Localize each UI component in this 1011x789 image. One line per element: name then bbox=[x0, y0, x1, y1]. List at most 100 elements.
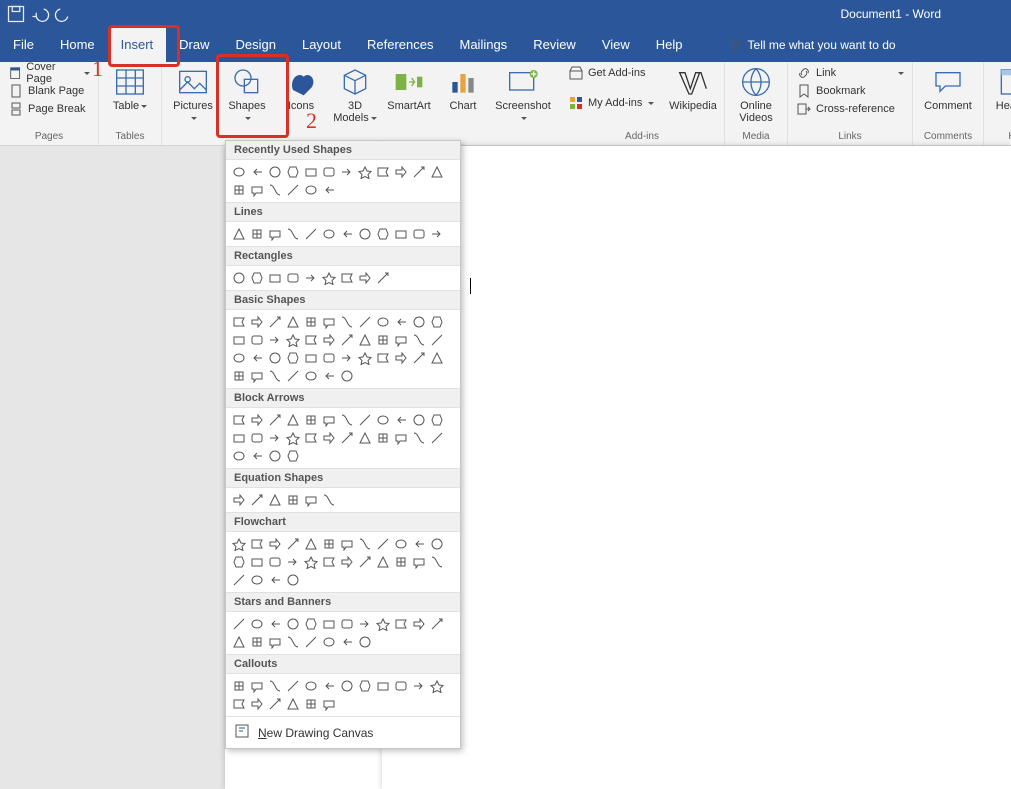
shape-item[interactable] bbox=[428, 615, 446, 633]
shape-item[interactable] bbox=[356, 553, 374, 571]
shape-item[interactable] bbox=[320, 677, 338, 695]
shape-item[interactable] bbox=[302, 677, 320, 695]
shape-item[interactable] bbox=[392, 225, 410, 243]
shape-item[interactable] bbox=[410, 535, 428, 553]
shapes-button[interactable]: Shapes bbox=[222, 64, 272, 126]
shape-item[interactable] bbox=[374, 553, 392, 571]
shape-item[interactable] bbox=[266, 349, 284, 367]
tab-view[interactable]: View bbox=[589, 28, 643, 62]
save-icon[interactable] bbox=[6, 4, 26, 24]
shape-item[interactable] bbox=[410, 553, 428, 571]
shape-item[interactable] bbox=[302, 225, 320, 243]
shape-item[interactable] bbox=[320, 553, 338, 571]
shape-item[interactable] bbox=[302, 535, 320, 553]
shape-item[interactable] bbox=[248, 553, 266, 571]
shape-item[interactable] bbox=[392, 349, 410, 367]
shape-item[interactable] bbox=[266, 181, 284, 199]
shape-item[interactable] bbox=[356, 535, 374, 553]
bookmark-button[interactable]: Bookmark bbox=[794, 82, 906, 100]
shape-item[interactable] bbox=[302, 349, 320, 367]
shape-item[interactable] bbox=[284, 695, 302, 713]
shape-item[interactable] bbox=[230, 695, 248, 713]
shape-item[interactable] bbox=[266, 429, 284, 447]
shape-item[interactable] bbox=[392, 553, 410, 571]
shape-item[interactable] bbox=[428, 535, 446, 553]
shape-item[interactable] bbox=[374, 163, 392, 181]
shape-item[interactable] bbox=[302, 269, 320, 287]
shape-item[interactable] bbox=[284, 429, 302, 447]
shape-item[interactable] bbox=[266, 269, 284, 287]
shape-item[interactable] bbox=[356, 331, 374, 349]
shape-item[interactable] bbox=[338, 269, 356, 287]
screenshot-button[interactable]: Screenshot bbox=[492, 64, 554, 126]
shape-item[interactable] bbox=[248, 225, 266, 243]
shape-item[interactable] bbox=[302, 633, 320, 651]
shape-item[interactable] bbox=[284, 163, 302, 181]
shape-item[interactable] bbox=[248, 313, 266, 331]
blank-page-button[interactable]: Blank Page bbox=[6, 82, 92, 100]
shape-item[interactable] bbox=[230, 163, 248, 181]
shape-item[interactable] bbox=[266, 163, 284, 181]
shape-item[interactable] bbox=[284, 553, 302, 571]
chart-button[interactable]: Chart bbox=[438, 64, 488, 126]
shape-item[interactable] bbox=[248, 491, 266, 509]
shape-item[interactable] bbox=[284, 181, 302, 199]
shape-item[interactable] bbox=[230, 447, 248, 465]
shape-item[interactable] bbox=[338, 633, 356, 651]
shape-item[interactable] bbox=[230, 411, 248, 429]
tab-insert[interactable]: Insert bbox=[108, 28, 167, 62]
shape-item[interactable] bbox=[320, 491, 338, 509]
cover-page-button[interactable]: Cover Page bbox=[6, 64, 92, 82]
shape-item[interactable] bbox=[356, 411, 374, 429]
shape-item[interactable] bbox=[266, 331, 284, 349]
my-addins-button[interactable]: My Add-ins bbox=[566, 94, 662, 112]
shape-item[interactable] bbox=[302, 411, 320, 429]
shape-item[interactable] bbox=[392, 429, 410, 447]
shape-item[interactable] bbox=[266, 571, 284, 589]
document-page[interactable] bbox=[382, 146, 1011, 789]
shape-item[interactable] bbox=[284, 313, 302, 331]
shape-item[interactable] bbox=[230, 633, 248, 651]
shape-item[interactable] bbox=[248, 695, 266, 713]
shape-item[interactable] bbox=[338, 615, 356, 633]
shape-item[interactable] bbox=[302, 491, 320, 509]
shape-item[interactable] bbox=[284, 367, 302, 385]
shape-item[interactable] bbox=[410, 349, 428, 367]
shape-item[interactable] bbox=[428, 677, 446, 695]
undo-icon[interactable] bbox=[30, 4, 50, 24]
shape-item[interactable] bbox=[338, 313, 356, 331]
shape-item[interactable] bbox=[428, 331, 446, 349]
comment-button[interactable]: Comment bbox=[919, 64, 977, 114]
shape-item[interactable] bbox=[428, 553, 446, 571]
shape-item[interactable] bbox=[230, 225, 248, 243]
shape-item[interactable] bbox=[392, 677, 410, 695]
shape-item[interactable] bbox=[410, 615, 428, 633]
shape-item[interactable] bbox=[230, 535, 248, 553]
shape-item[interactable] bbox=[248, 447, 266, 465]
shape-item[interactable] bbox=[356, 225, 374, 243]
shape-item[interactable] bbox=[320, 313, 338, 331]
shape-item[interactable] bbox=[320, 367, 338, 385]
shape-item[interactable] bbox=[248, 677, 266, 695]
shape-item[interactable] bbox=[320, 269, 338, 287]
shape-item[interactable] bbox=[392, 313, 410, 331]
get-addins-button[interactable]: Get Add-ins bbox=[566, 64, 662, 82]
shape-item[interactable] bbox=[374, 225, 392, 243]
shape-item[interactable] bbox=[302, 331, 320, 349]
shape-item[interactable] bbox=[284, 677, 302, 695]
shape-item[interactable] bbox=[230, 269, 248, 287]
shape-item[interactable] bbox=[266, 411, 284, 429]
shape-item[interactable] bbox=[230, 349, 248, 367]
shape-item[interactable] bbox=[320, 615, 338, 633]
shape-item[interactable] bbox=[248, 181, 266, 199]
shape-item[interactable] bbox=[266, 225, 284, 243]
shape-item[interactable] bbox=[284, 491, 302, 509]
shape-item[interactable] bbox=[392, 411, 410, 429]
shape-item[interactable] bbox=[392, 615, 410, 633]
shape-item[interactable] bbox=[320, 411, 338, 429]
shape-item[interactable] bbox=[302, 695, 320, 713]
shape-item[interactable] bbox=[284, 349, 302, 367]
shape-item[interactable] bbox=[230, 181, 248, 199]
shape-item[interactable] bbox=[230, 615, 248, 633]
shape-item[interactable] bbox=[284, 571, 302, 589]
